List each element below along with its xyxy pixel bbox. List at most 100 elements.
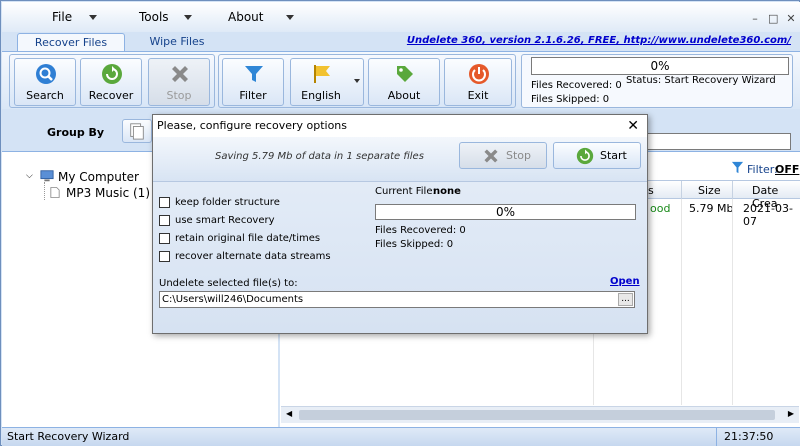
option-label: use smart Recovery	[175, 215, 275, 226]
dialog-title: Please, configure recovery options	[157, 119, 348, 132]
chevron-down-icon[interactable]: ⌵	[26, 171, 33, 181]
exit-button[interactable]: Exit	[444, 58, 512, 106]
menu-about-label: About	[228, 10, 264, 24]
option-label: keep folder structure	[175, 197, 280, 208]
pages-icon	[130, 123, 144, 140]
dialog-stop-label: Stop	[506, 149, 532, 162]
filter-button-label: Filter	[239, 89, 267, 102]
current-file-value: none	[433, 186, 461, 197]
dialog-stop-button[interactable]: Stop	[459, 142, 547, 169]
chevron-down-icon	[354, 79, 360, 83]
option-label: retain original file date/times	[175, 233, 321, 244]
dialog-title-bar: Please, configure recovery options ✕	[153, 115, 647, 137]
filter-icon	[245, 66, 263, 82]
status-divider	[716, 428, 717, 446]
open-link[interactable]: Open	[610, 276, 640, 287]
recover-icon	[102, 64, 122, 84]
tab-wipe-files[interactable]: Wipe Files	[132, 33, 222, 51]
stop-icon	[484, 149, 498, 163]
destination-path-input[interactable]: C:\Users\will246\Documents	[159, 291, 635, 308]
tree-item-my-computer[interactable]: My Computer	[58, 170, 139, 184]
menu-about[interactable]: About	[202, 10, 294, 28]
files-recovered-label: Files Recovered: 0	[531, 80, 622, 91]
menu-tools[interactable]: Tools	[102, 10, 192, 28]
recover-icon	[576, 147, 594, 165]
menu-file[interactable]: File	[12, 10, 97, 28]
menu-tools-label: Tools	[139, 10, 169, 24]
chevron-down-icon	[89, 15, 97, 20]
ribbon-group-options: Filter English About Exit	[218, 54, 516, 108]
minimize-icon[interactable]: –	[750, 13, 760, 24]
maximize-icon[interactable]: □	[768, 13, 778, 24]
option-label: recover alternate data streams	[175, 251, 331, 262]
grid-line	[681, 199, 682, 405]
search-button-label: Search	[26, 89, 64, 102]
checkbox-recover-alternate-streams[interactable]	[159, 251, 170, 262]
flag-icon	[314, 65, 330, 83]
tree-line	[44, 182, 45, 200]
menu-bar: File Tools About – □ ✕	[2, 2, 800, 32]
search-input[interactable]	[647, 133, 791, 150]
close-icon[interactable]: ✕	[627, 115, 639, 137]
filter-toggle[interactable]: OFF	[775, 163, 799, 176]
saving-summary: Saving 5.79 Mb of data in 1 separate fil…	[215, 151, 424, 162]
stop-icon	[172, 66, 188, 82]
status-bar-text: Start Recovery Wizard	[7, 430, 130, 443]
dialog-start-button[interactable]: Start	[553, 142, 641, 169]
scroll-right-icon[interactable]: ▶	[788, 409, 794, 418]
cell-size: 5.79 Mb	[689, 202, 734, 215]
dialog-start-label: Start	[600, 149, 627, 162]
status-panel: 0% Files Recovered: 0 Files Skipped: 0 S…	[521, 54, 793, 108]
file-icon	[50, 187, 60, 198]
files-skipped-label: Files Skipped: 0	[531, 94, 610, 105]
menu-file-label: File	[52, 10, 73, 24]
stop-button-label: Stop	[166, 89, 192, 102]
checkbox-use-smart-recovery[interactable]	[159, 215, 170, 226]
exit-button-label: Exit	[467, 89, 489, 102]
column-header-state[interactable]: s	[648, 184, 654, 197]
chevron-down-icon	[184, 15, 192, 20]
destination-path-value: C:\Users\will246\Documents	[162, 294, 304, 305]
dialog-progress-bar: 0%	[375, 204, 636, 220]
filter-button[interactable]: Filter	[222, 58, 284, 106]
browse-button[interactable]: ...	[618, 293, 633, 306]
close-icon[interactable]: ✕	[786, 13, 796, 24]
ribbon: Search Recover Stop Filter English About…	[2, 51, 800, 109]
column-header-size[interactable]: Size	[698, 184, 721, 197]
language-button-label: English	[301, 89, 341, 102]
horizontal-scrollbar[interactable]: ◀ ▶	[281, 406, 799, 423]
about-button[interactable]: About	[368, 58, 440, 106]
chevron-down-icon	[286, 15, 294, 20]
status-label: Status: Start Recovery Wizard	[626, 75, 776, 86]
search-icon	[36, 64, 56, 84]
recover-button-label: Recover	[88, 89, 134, 102]
scroll-thumb[interactable]	[299, 410, 775, 420]
destination-label: Undelete selected file(s) to:	[159, 278, 298, 289]
group-by-label: Group By	[47, 126, 105, 139]
cell-date: 2021-03-07	[743, 202, 793, 228]
status-bar-time: 21:37:50	[724, 430, 774, 443]
version-link[interactable]: Undelete 360, version 2.1.6.26, FREE, ht…	[407, 35, 791, 46]
language-button[interactable]: English	[290, 58, 364, 106]
about-button-label: About	[387, 89, 421, 102]
grid-line	[732, 199, 733, 405]
tab-recover-files[interactable]: Recover Files	[17, 33, 125, 51]
main-progress-bar: 0%	[531, 57, 789, 75]
dialog-progress-label: 0%	[495, 205, 516, 219]
tree-item-mp3-music[interactable]: MP3 Music (1)	[66, 186, 150, 200]
column-divider	[732, 181, 733, 199]
group-by-button[interactable]	[122, 119, 152, 143]
computer-icon	[40, 170, 54, 182]
stop-button[interactable]: Stop	[148, 58, 210, 106]
checkbox-retain-date-times[interactable]	[159, 233, 170, 244]
scroll-left-icon[interactable]: ◀	[286, 409, 292, 418]
current-file-label: Current File:	[375, 186, 436, 197]
tab-bar: Recover Files Wipe Files Undelete 360, v…	[2, 32, 800, 51]
recovery-options-dialog: Please, configure recovery options ✕ Sav…	[152, 114, 648, 334]
checkbox-keep-folder-structure[interactable]	[159, 197, 170, 208]
tag-icon	[397, 66, 413, 82]
status-bar: Start Recovery Wizard 21:37:50	[2, 427, 800, 446]
dialog-files-skipped: Files Skipped: 0	[375, 239, 454, 250]
search-button[interactable]: Search	[14, 58, 76, 106]
recover-button[interactable]: Recover	[80, 58, 142, 106]
